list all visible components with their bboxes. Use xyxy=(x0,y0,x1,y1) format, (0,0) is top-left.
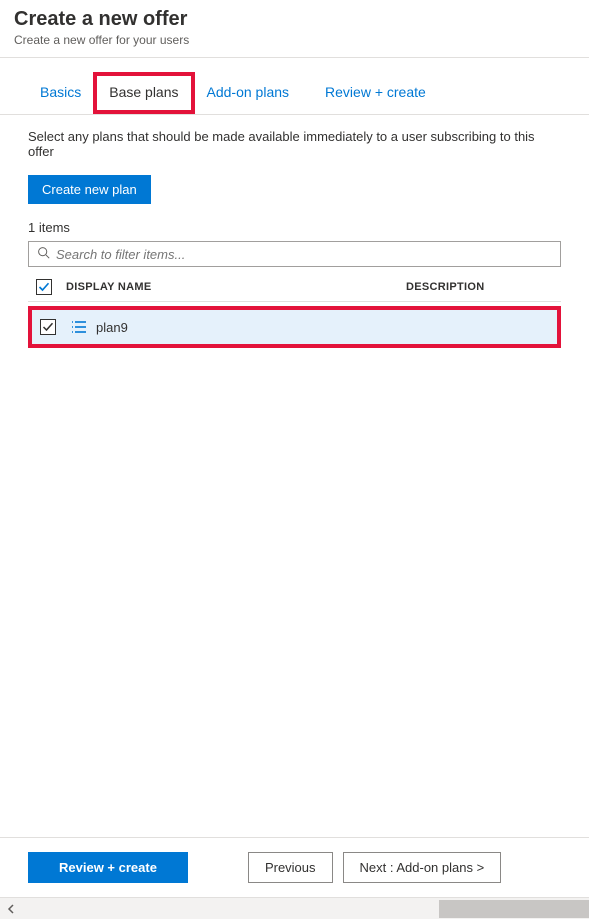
scroll-left-arrow-icon[interactable] xyxy=(0,898,22,920)
content-area: Select any plans that should be made ava… xyxy=(0,115,589,348)
search-input[interactable] xyxy=(56,247,552,262)
search-icon xyxy=(37,246,50,262)
tab-base-plans[interactable]: Base plans xyxy=(93,72,194,114)
column-header-description[interactable]: DESCRIPTION xyxy=(406,281,484,293)
scrollbar-thumb[interactable] xyxy=(439,900,589,918)
tab-basics[interactable]: Basics xyxy=(28,76,93,110)
search-box[interactable] xyxy=(28,241,561,267)
instruction-text: Select any plans that should be made ava… xyxy=(28,129,561,159)
item-count-label: 1 items xyxy=(28,220,561,235)
review-create-button[interactable]: Review + create xyxy=(28,852,188,883)
page-title: Create a new offer xyxy=(14,8,575,31)
plan-icon xyxy=(70,318,88,336)
footer: Review + create Previous Next : Add-on p… xyxy=(0,837,589,897)
tabs: Basics Base plans Add-on plans Review + … xyxy=(0,58,589,115)
page-header: Create a new offer Create a new offer fo… xyxy=(0,0,589,58)
row-name: plan9 xyxy=(96,320,128,335)
table-row[interactable]: plan9 xyxy=(28,306,561,348)
page-subtitle: Create a new offer for your users xyxy=(14,33,575,47)
scrollbar-track[interactable] xyxy=(22,898,589,920)
column-header-name[interactable]: DISPLAY NAME xyxy=(56,281,406,293)
create-new-plan-button[interactable]: Create new plan xyxy=(28,175,151,204)
select-all-checkbox[interactable] xyxy=(36,279,52,295)
tab-addon-plans[interactable]: Add-on plans xyxy=(195,76,302,110)
previous-button[interactable]: Previous xyxy=(248,852,333,883)
row-checkbox[interactable] xyxy=(40,319,56,335)
table-header: DISPLAY NAME DESCRIPTION xyxy=(28,273,561,302)
tab-review-create[interactable]: Review + create xyxy=(313,76,438,110)
horizontal-scrollbar[interactable] xyxy=(0,897,589,919)
next-button[interactable]: Next : Add-on plans > xyxy=(343,852,502,883)
